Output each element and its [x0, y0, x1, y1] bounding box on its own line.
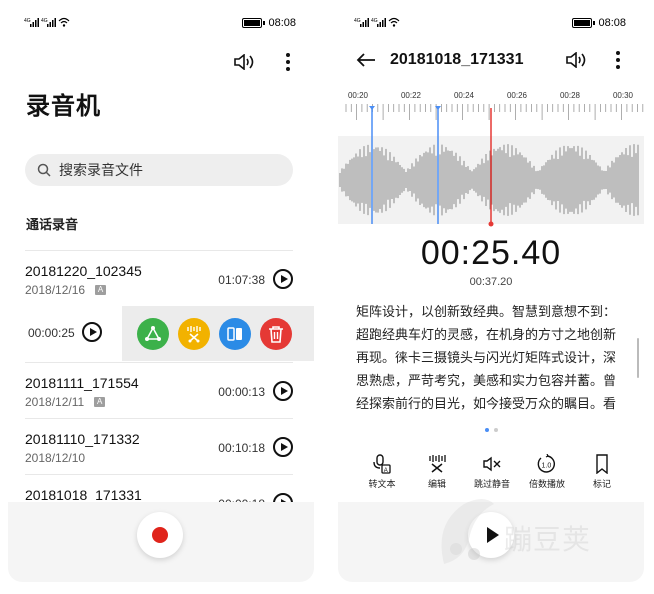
- page-dot: [493, 428, 498, 432]
- svg-text:1.0: 1.0: [542, 463, 552, 470]
- play-button[interactable]: [273, 381, 293, 401]
- waveform[interactable]: 00:20 00:22 00:24 00:26 00:28 00:30: [338, 88, 644, 228]
- auto-badge: A: [95, 285, 107, 295]
- list-item[interactable]: 20181220_102345 2018/12/16 A 01:07:38: [25, 250, 293, 305]
- total-time: 00:37.20: [469, 276, 513, 288]
- recording-date: 2018/12/16: [25, 283, 86, 297]
- speaker-icon[interactable]: [564, 48, 588, 72]
- scrollbar[interactable]: [637, 338, 639, 378]
- share-button[interactable]: [137, 317, 169, 350]
- recordings-screen: 4G 4G 08:08 录音机 搜索录音文件 通话录音 20181220_102…: [8, 8, 314, 582]
- svg-text:4G: 4G: [371, 18, 378, 24]
- bookmark-icon: [596, 454, 608, 474]
- record-icon: [152, 527, 168, 543]
- recording-title: 20181018_171331: [390, 51, 524, 68]
- status-bar: 4G 4G 08:08: [8, 14, 314, 34]
- page-indicator: [338, 428, 644, 432]
- tool-label: 编辑: [427, 479, 446, 489]
- play-button[interactable]: [273, 269, 293, 289]
- play-button[interactable]: [82, 322, 102, 342]
- swipe-actions: [122, 306, 314, 361]
- svg-text:4G: 4G: [24, 18, 31, 24]
- back-button[interactable]: [354, 48, 378, 72]
- clock: 08:08: [598, 17, 626, 29]
- skip-silence-icon: [483, 456, 501, 472]
- speed-icon: 1.0: [537, 454, 556, 473]
- clock: 08:08: [268, 17, 296, 29]
- transcript-text: 矩阵设计，以创新致经典。智慧到意想不到：超跑经典车灯的灵感，在机身的方寸之地创新…: [356, 304, 617, 411]
- battery-icon: [572, 18, 596, 28]
- tick-label: 00:24: [454, 91, 475, 100]
- rename-icon: [227, 326, 242, 341]
- speaker-icon[interactable]: [232, 50, 256, 74]
- list-item[interactable]: 20181111_171554 2018/12/11 A 00:00:13: [25, 362, 293, 417]
- recording-name: 20181110_171332: [25, 431, 140, 447]
- svg-text:4G: 4G: [41, 18, 48, 24]
- tick-label: 00:30: [613, 91, 634, 100]
- recording-name: 20181018_171331: [25, 487, 142, 503]
- edit-wave-icon: [429, 455, 446, 473]
- bottom-bar: [338, 502, 644, 582]
- more-icon[interactable]: [276, 50, 300, 74]
- tool-label: 转文本: [368, 479, 396, 489]
- search-input[interactable]: 搜索录音文件: [25, 154, 293, 186]
- recording-name: 20181111_171554: [25, 375, 139, 391]
- recording-duration: 00:00:13: [218, 385, 265, 399]
- list-item[interactable]: 00:00:25: [8, 306, 314, 361]
- search-placeholder: 搜索录音文件: [59, 162, 143, 178]
- marker-start-head: [369, 106, 375, 110]
- battery: 08:08: [572, 17, 626, 29]
- delete-icon: [269, 325, 283, 343]
- share-icon: [145, 325, 161, 341]
- tool-label: 跳过静音: [473, 479, 510, 489]
- tool-bookmark[interactable]: 标记: [576, 454, 628, 490]
- svg-text:A: A: [384, 468, 388, 474]
- record-button[interactable]: [137, 512, 183, 558]
- tick-label: 00:20: [348, 91, 369, 100]
- transcribe-icon: A: [373, 454, 391, 474]
- page-dot: [484, 428, 489, 432]
- section-label: 通话录音: [26, 217, 79, 232]
- tick-label: 00:26: [507, 91, 528, 100]
- tool-edit[interactable]: 编辑: [411, 454, 463, 490]
- recording-name: 20181220_102345: [25, 263, 142, 279]
- back-arrow-icon: [356, 53, 375, 67]
- recording-duration: 00:10:18: [218, 441, 265, 455]
- rename-button[interactable]: [219, 317, 251, 350]
- signal-icon: 4G 4G: [354, 16, 400, 28]
- tool-transcribe[interactable]: A 转文本: [356, 454, 408, 490]
- auto-badge: A: [94, 397, 106, 407]
- search-icon: [37, 163, 51, 177]
- tool-skip-silence[interactable]: 跳过静音: [466, 454, 518, 490]
- toolbar: A 转文本 编辑 跳过静音 1.0 倍数播放 标记: [356, 454, 628, 490]
- status-bar: 4G 4G 08:08: [338, 14, 644, 34]
- more-icon[interactable]: [606, 48, 630, 72]
- tool-label: 标记: [592, 479, 611, 489]
- battery-icon: [242, 18, 266, 28]
- play-button[interactable]: [468, 512, 514, 558]
- playhead-knob[interactable]: [488, 221, 494, 227]
- tool-speed[interactable]: 1.0 倍数播放: [521, 454, 573, 490]
- recording-date: 2018/12/10: [25, 451, 86, 465]
- edit-button[interactable]: [178, 317, 210, 350]
- tick-label: 00:28: [560, 91, 581, 100]
- edit-icon: [187, 325, 201, 342]
- bottom-bar: [8, 502, 314, 582]
- player-screen: 4G 4G 08:08 20181018_171331 00:20 00:22 00…: [338, 8, 644, 582]
- page-title: 录音机: [26, 93, 101, 120]
- current-time: 00:25.40: [420, 234, 562, 272]
- battery: 08:08: [242, 17, 296, 29]
- tool-label: 倍数播放: [528, 479, 565, 489]
- signal-icon: 4G 4G: [24, 16, 70, 28]
- tick-label: 00:22: [401, 91, 422, 100]
- svg-text:4G: 4G: [354, 18, 361, 24]
- play-button[interactable]: [273, 437, 293, 457]
- recording-duration: 01:07:38: [218, 273, 265, 287]
- list-item[interactable]: 20181110_171332 2018/12/10 00:10:18: [25, 418, 293, 473]
- recording-date: 2018/12/11: [25, 395, 85, 409]
- recording-duration: 00:00:25: [28, 326, 75, 340]
- delete-button[interactable]: [260, 317, 292, 350]
